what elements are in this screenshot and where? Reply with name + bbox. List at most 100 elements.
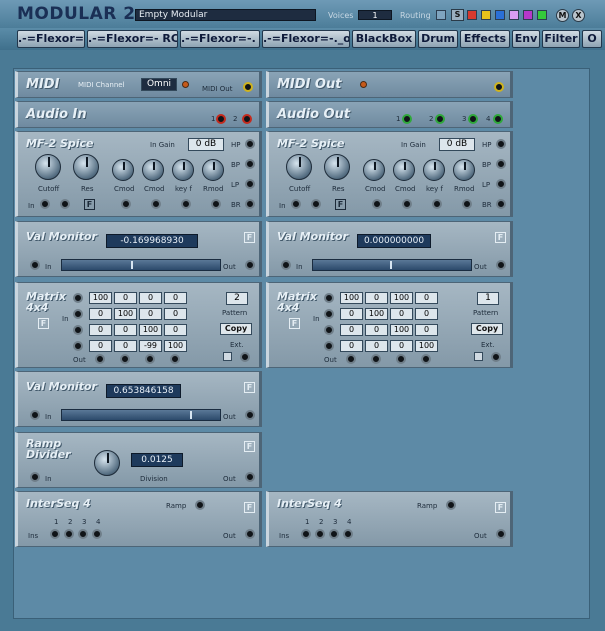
pattern-field[interactable]: 1	[477, 292, 499, 305]
matrix-cell[interactable]: -99	[139, 340, 162, 352]
matrix-in-jack-3[interactable]	[324, 325, 334, 335]
cutoff-knob[interactable]	[286, 154, 312, 180]
midi-out-jack[interactable]	[494, 82, 504, 92]
matrix-cell[interactable]: 100	[139, 324, 162, 336]
division-knob[interactable]	[94, 450, 120, 476]
matrix-cell[interactable]: 0	[340, 324, 363, 336]
matrix-cell[interactable]: 100	[340, 292, 363, 304]
lp-out-jack[interactable]	[245, 179, 255, 189]
in-jack[interactable]	[40, 199, 50, 209]
val-monitor-module-2[interactable]: Val Monitor 0.000000000 F In Out	[266, 221, 513, 277]
ins-jack-1[interactable]	[50, 529, 60, 539]
matrix-cell[interactable]: 100	[365, 308, 388, 320]
color-swatch-6[interactable]	[537, 10, 547, 20]
audio-in-jack-1[interactable]	[216, 114, 226, 124]
matrix-cell[interactable]: 0	[415, 292, 438, 304]
midi-channel-select[interactable]: Omni	[141, 78, 177, 91]
color-swatch-4[interactable]	[509, 10, 519, 20]
monitor-options-button[interactable]: F	[495, 232, 506, 243]
ramp-divider-module[interactable]: Ramp Divider F 0.0125 In Division Out	[15, 432, 262, 488]
ins-jack-2[interactable]	[64, 529, 74, 539]
matrix-out-jack-3[interactable]	[396, 354, 406, 364]
interseq-options-button[interactable]: F	[244, 502, 255, 513]
matrix-cell[interactable]: 0	[114, 324, 137, 336]
tab-flexor-rc3[interactable]: .-=Flexor=- RC3	[87, 30, 178, 48]
matrix-options-button[interactable]: F	[289, 318, 300, 329]
matrix-4x4-module-right[interactable]: Matrix 4x4 F In 100 0 100 0 0 100 0 0 0 …	[266, 282, 513, 368]
audio-out-jack-3[interactable]	[468, 114, 478, 124]
tab-env[interactable]: Env	[512, 30, 540, 48]
matrix-cell[interactable]: 0	[139, 308, 162, 320]
ramp-jack[interactable]	[446, 500, 456, 510]
res-knob[interactable]	[324, 154, 350, 180]
matrix-cell[interactable]: 100	[164, 340, 187, 352]
filter-type-button[interactable]: F	[84, 199, 95, 210]
interseq-options-button[interactable]: F	[495, 502, 506, 513]
matrix-out-jack-2[interactable]	[120, 354, 130, 364]
mf2-spice-module-right[interactable]: MF-2 Spice In Gain 0 dB HP BP LP BR Cuto…	[266, 131, 513, 217]
tab-o[interactable]: O	[582, 30, 602, 48]
matrix-out-jack-3[interactable]	[145, 354, 155, 364]
ins-jack-3[interactable]	[78, 529, 88, 539]
m-button[interactable]: M	[556, 9, 569, 22]
matrix-cell[interactable]: 0	[164, 308, 187, 320]
ramp-jack[interactable]	[195, 500, 205, 510]
in-gain-field[interactable]: 0 dB	[439, 138, 475, 151]
tab-flexor-1[interactable]: .-=Flexor=-.	[17, 30, 85, 48]
matrix-in-jack-2[interactable]	[324, 309, 334, 319]
matrix-cell[interactable]: 0	[114, 340, 137, 352]
matrix-cell[interactable]: 0	[365, 324, 388, 336]
cmod-knob-2[interactable]	[393, 159, 415, 181]
matrix-out-jack-1[interactable]	[346, 354, 356, 364]
br-out-jack[interactable]	[496, 199, 506, 209]
s-button[interactable]: S	[451, 9, 464, 21]
val-monitor-module-1[interactable]: Val Monitor -0.169968930 F In Out	[15, 221, 262, 277]
cmod-jack-1[interactable]	[121, 199, 131, 209]
cmod-jack-1[interactable]	[372, 199, 382, 209]
matrix-in-jack-3[interactable]	[73, 325, 83, 335]
color-swatch-1[interactable]	[467, 10, 477, 20]
tab-drum[interactable]: Drum	[418, 30, 458, 48]
hp-out-jack[interactable]	[245, 139, 255, 149]
keyf-knob[interactable]	[423, 159, 445, 181]
audio-out-jack-1[interactable]	[402, 114, 412, 124]
val-monitor-module-3[interactable]: Val Monitor 0.653846158 F In Out	[15, 371, 262, 427]
color-swatch-2[interactable]	[481, 10, 491, 20]
color-swatch-3[interactable]	[495, 10, 505, 20]
ext-toggle[interactable]	[223, 352, 232, 361]
cmod-knob-1[interactable]	[112, 159, 134, 181]
ins-jack-1[interactable]	[301, 529, 311, 539]
copy-button[interactable]: Copy	[220, 323, 252, 335]
matrix-cell[interactable]: 0	[365, 340, 388, 352]
matrix-cell[interactable]: 0	[340, 340, 363, 352]
copy-button[interactable]: Copy	[471, 323, 503, 335]
matrix-cell[interactable]: 0	[390, 340, 413, 352]
out-jack[interactable]	[245, 410, 255, 420]
matrix-out-jack-4[interactable]	[170, 354, 180, 364]
in-jack[interactable]	[291, 199, 301, 209]
close-button[interactable]: X	[572, 9, 585, 22]
matrix-cell[interactable]: 0	[139, 292, 162, 304]
matrix-in-jack-4[interactable]	[73, 341, 83, 351]
matrix-cell[interactable]: 0	[164, 292, 187, 304]
interseq-4-module-right[interactable]: InterSeq 4 Ramp F 1 2 3 4 Ins Out	[266, 491, 513, 547]
matrix-out-jack-4[interactable]	[421, 354, 431, 364]
color-swatch-5[interactable]	[523, 10, 533, 20]
in-jack[interactable]	[30, 260, 40, 270]
ext-jack[interactable]	[491, 352, 501, 362]
ext-jack[interactable]	[240, 352, 250, 362]
midi-module[interactable]: MIDI MIDI Channel Omni MIDI Out	[15, 71, 262, 98]
br-out-jack[interactable]	[245, 199, 255, 209]
matrix-in-jack-1[interactable]	[73, 293, 83, 303]
ins-jack-3[interactable]	[329, 529, 339, 539]
mod-jack-1[interactable]	[311, 199, 321, 209]
tab-filter[interactable]: Filter	[542, 30, 580, 48]
in-jack[interactable]	[30, 472, 40, 482]
matrix-in-jack-2[interactable]	[73, 309, 83, 319]
cmod-jack-2[interactable]	[402, 199, 412, 209]
ramp-options-button[interactable]: F	[244, 441, 255, 452]
matrix-in-jack-1[interactable]	[324, 293, 334, 303]
audio-in-module[interactable]: Audio In 1 2	[15, 101, 262, 128]
keyf-jack[interactable]	[432, 199, 442, 209]
voices-field[interactable]: 1	[358, 10, 392, 20]
